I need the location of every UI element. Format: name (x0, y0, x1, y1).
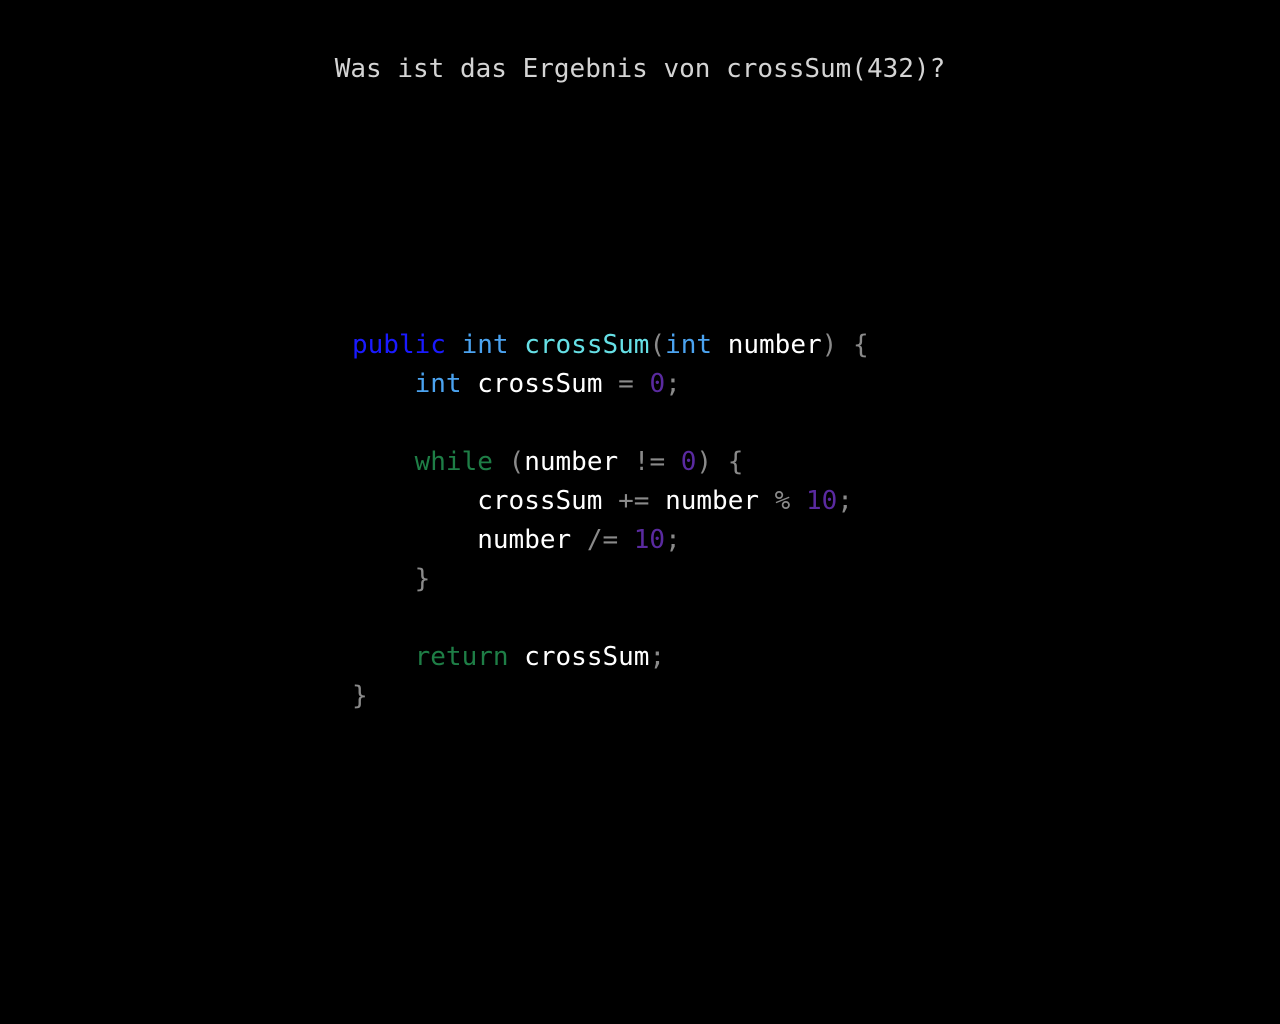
code-token: } (352, 681, 368, 711)
code-token: number (524, 447, 619, 477)
code-token: ) (696, 447, 713, 477)
code-line: int crossSum = 0; (352, 365, 869, 404)
code-token: += (618, 486, 650, 516)
code-token: 0 (680, 447, 697, 477)
code-token: ( (508, 447, 525, 477)
code-token: ) (821, 330, 838, 360)
code-token: % (774, 486, 791, 516)
code-token: number (477, 525, 572, 555)
code-line: while (number != 0) { (352, 443, 869, 482)
code-token: ( (649, 330, 666, 360)
code-line: public int crossSum(int number) { (352, 326, 869, 365)
code-token: int (461, 330, 509, 360)
code-line: return crossSum; (352, 638, 869, 677)
code-token: number (727, 330, 822, 360)
code-token: crossSum (477, 486, 603, 516)
code-token: /= (586, 525, 619, 555)
code-line: } (352, 560, 869, 599)
code-token: 0 (649, 369, 666, 399)
code-token: = (618, 369, 634, 399)
code-token: } (414, 564, 431, 594)
code-token: ; (837, 486, 853, 516)
code-token: != (633, 447, 666, 477)
code-token: int (665, 330, 713, 360)
code-token: crossSum (524, 330, 650, 360)
code-token: while (414, 447, 493, 477)
code-line: number /= 10; (352, 521, 869, 560)
code-token: { (727, 447, 744, 477)
code-token: 10 (805, 486, 838, 516)
quiz-page: Was ist das Ergebnis von crossSum(432)? … (0, 0, 1280, 1024)
code-line: crossSum += number % 10; (352, 482, 869, 521)
code-token: ; (665, 525, 681, 555)
code-token: crossSum (524, 642, 650, 672)
code-token: public (352, 330, 446, 360)
question-heading: Was ist das Ergebnis von crossSum(432)? (334, 54, 946, 84)
code-token: ; (649, 642, 666, 672)
code-snippet: public int crossSum(int number) { int cr… (352, 326, 869, 716)
code-token: ; (665, 369, 681, 399)
code-token: return (414, 642, 509, 672)
code-token: int (414, 369, 462, 399)
code-token: number (665, 486, 760, 516)
code-line: } (352, 677, 869, 716)
code-token: crossSum (477, 369, 603, 399)
code-token: 10 (633, 525, 666, 555)
code-token: { (852, 330, 869, 360)
